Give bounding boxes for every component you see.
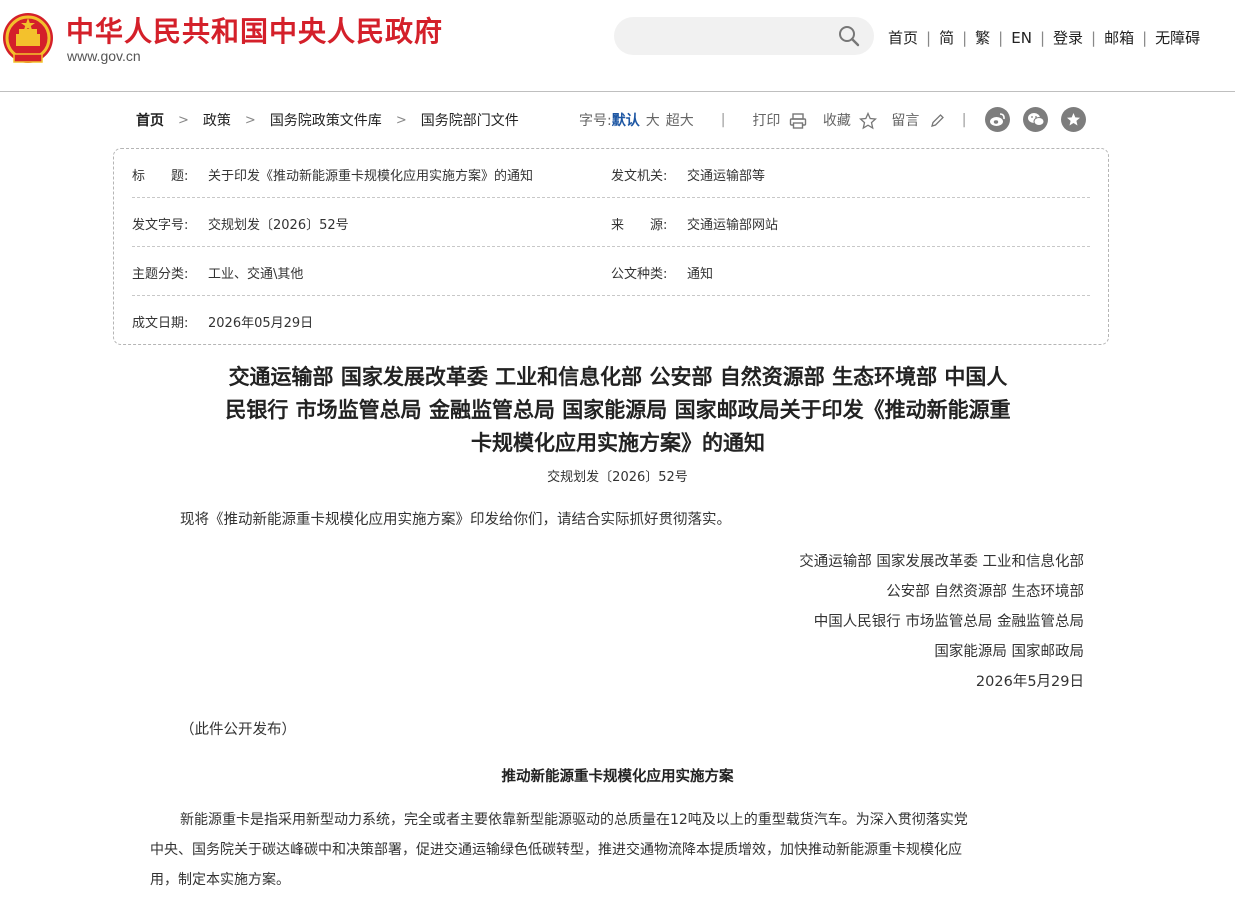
meta-topic-label: 主题分类: xyxy=(132,267,189,282)
nav-separator: | xyxy=(998,28,1004,47)
font-size-large[interactable]: 大 xyxy=(646,110,660,130)
nav-separator: | xyxy=(962,28,968,47)
breadcrumb-department-docs[interactable]: 国务院部门文件 xyxy=(421,110,519,130)
print-label: 打印 xyxy=(752,113,781,129)
article-title-line: 民银行 市场监管总局 金融监管总局 国家能源局 国家邮政局关于印发《推动新能源重 xyxy=(225,397,1011,422)
signature-date: 2026年5月29日 xyxy=(975,674,1084,690)
meta-docno-value: 交规划发〔2026〕52号 xyxy=(208,218,349,233)
wechat-icon xyxy=(1027,113,1044,126)
font-size-default[interactable]: 默认 xyxy=(612,110,640,130)
toolbar-separator: | xyxy=(720,112,726,128)
meta-source-label: 来 源: xyxy=(611,218,668,233)
site-title[interactable]: 中华人民共和国中央人民政府 xyxy=(66,10,443,50)
nav-separator: | xyxy=(926,28,932,47)
document-metadata: 标 题: 关于印发《推动新能源重卡规模化应用实施方案》的通知 发文机关: 交通运… xyxy=(113,148,1109,345)
body-paragraph: 新能源重卡是指采用新型动力系统，完全或者主要依靠新型能源驱动的总质量在12吨及以… xyxy=(150,805,1086,895)
meta-topic-value: 工业、交通\其他 xyxy=(208,267,304,282)
meta-row: 成文日期: 2026年05月29日 xyxy=(132,296,1090,345)
intro-paragraph: 现将《推动新能源重卡规模化应用实施方案》印发给你们，请结合实际抓好贯彻落实。 xyxy=(180,512,731,528)
star-icon xyxy=(1067,113,1080,126)
breadcrumb-home[interactable]: 首页 xyxy=(136,110,164,130)
nav-login[interactable]: 登录 xyxy=(1053,27,1083,48)
meta-type-value: 通知 xyxy=(687,267,714,282)
favorite-label: 收藏 xyxy=(822,113,851,129)
comment-button[interactable]: 留言 xyxy=(891,110,945,130)
public-note: （此件公开发布） xyxy=(180,722,296,738)
favorite-share-button[interactable] xyxy=(1061,107,1086,132)
meta-issuer-value: 交通运输部等 xyxy=(687,169,766,184)
chevron-right-icon: > xyxy=(395,112,407,128)
font-size-xlarge[interactable]: 超大 xyxy=(666,110,694,130)
weibo-share-button[interactable] xyxy=(985,107,1010,132)
nav-simplified[interactable]: 简 xyxy=(939,27,954,48)
share-buttons xyxy=(985,107,1086,132)
search-icon[interactable] xyxy=(838,25,860,47)
body-line: 新能源重卡是指采用新型动力系统，完全或者主要依靠新型能源驱动的总质量在12吨及以… xyxy=(180,812,968,828)
comment-label: 留言 xyxy=(891,113,920,129)
meta-date-value: 2026年05月29日 xyxy=(208,316,314,331)
meta-row: 主题分类: 工业、交通\其他 公文种类: 通知 xyxy=(132,247,1090,296)
nav-separator: | xyxy=(1142,28,1148,47)
meta-type-label: 公文种类: xyxy=(611,267,668,282)
nav-traditional[interactable]: 繁 xyxy=(975,27,990,48)
search-input[interactable] xyxy=(614,17,874,55)
breadcrumb-policy-library[interactable]: 国务院政策文件库 xyxy=(270,110,382,130)
article-title: 交通运输部 国家发展改革委 工业和信息化部 公安部 自然资源部 生态环境部 中国… xyxy=(150,360,1086,459)
chevron-right-icon: > xyxy=(178,112,189,128)
site-header: 中华人民共和国中央人民政府 www.gov.cn 首页 | 简 | 繁 | EN… xyxy=(0,0,1235,92)
section-title: 推动新能源重卡规模化应用实施方案 xyxy=(501,769,734,785)
weibo-icon xyxy=(990,113,1005,126)
breadcrumb: 首页 > 政策 > 国务院政策文件库 > 国务院部门文件 xyxy=(136,110,519,130)
nav-mailbox[interactable]: 邮箱 xyxy=(1104,27,1134,48)
nav-accessibility[interactable]: 无障碍 xyxy=(1155,27,1200,48)
document-number: 交规划发〔2026〕52号 xyxy=(547,470,688,485)
meta-docno-label: 发文字号: xyxy=(132,218,189,233)
signature-line: 中国人民银行 市场监管总局 金融监管总局 xyxy=(813,614,1084,630)
article-title-line: 卡规模化应用实施方案》的通知 xyxy=(471,430,765,455)
meta-title-label: 标 题: xyxy=(132,169,189,184)
toolbar-separator: | xyxy=(961,112,967,128)
signature-line: 公安部 自然资源部 生态环境部 xyxy=(886,584,1084,600)
wechat-share-button[interactable] xyxy=(1023,107,1048,132)
printer-icon xyxy=(789,113,807,129)
print-button[interactable]: 打印 xyxy=(752,110,807,130)
breadcrumb-policy[interactable]: 政策 xyxy=(203,110,231,130)
star-outline-icon xyxy=(859,112,878,130)
site-domain: www.gov.cn xyxy=(67,48,141,64)
body-line: 用，制定本实施方案。 xyxy=(150,872,290,888)
meta-issuer-label: 发文机关: xyxy=(611,169,668,184)
article-title-line: 交通运输部 国家发展改革委 工业和信息化部 公安部 自然资源部 生态环境部 中国… xyxy=(228,364,1008,389)
chevron-right-icon: > xyxy=(244,112,256,128)
meta-date-label: 成文日期: xyxy=(132,316,189,331)
meta-source-value: 交通运输部网站 xyxy=(687,218,779,233)
nav-separator: | xyxy=(1039,28,1045,47)
pencil-icon xyxy=(930,114,944,127)
article-toolbar: 字号: 默认 大 超大 | 打印 收藏 留言 | xyxy=(579,110,967,130)
meta-row: 发文字号: 交规划发〔2026〕52号 来 源: 交通运输部网站 xyxy=(132,198,1090,247)
signature-line: 国家能源局 国家邮政局 xyxy=(934,644,1084,660)
font-size-label: 字号: xyxy=(579,113,612,129)
nav-separator: | xyxy=(1091,28,1097,47)
top-nav: 首页 | 简 | 繁 | EN | 登录 | 邮箱 | 无障碍 xyxy=(888,27,1200,48)
meta-row: 标 题: 关于印发《推动新能源重卡规模化应用实施方案》的通知 发文机关: 交通运… xyxy=(132,149,1090,198)
signature-line: 交通运输部 国家发展改革委 工业和信息化部 xyxy=(799,554,1084,570)
national-emblem-icon[interactable] xyxy=(2,12,54,66)
nav-home[interactable]: 首页 xyxy=(888,27,918,48)
nav-english[interactable]: EN xyxy=(1011,29,1032,47)
body-line: 中央、国务院关于碳达峰碳中和决策部署，促进交通运输绿色低碳转型，推进交通物流降本… xyxy=(150,842,962,858)
favorite-button[interactable]: 收藏 xyxy=(822,110,878,130)
meta-title-value: 关于印发《推动新能源重卡规模化应用实施方案》的通知 xyxy=(208,169,534,184)
